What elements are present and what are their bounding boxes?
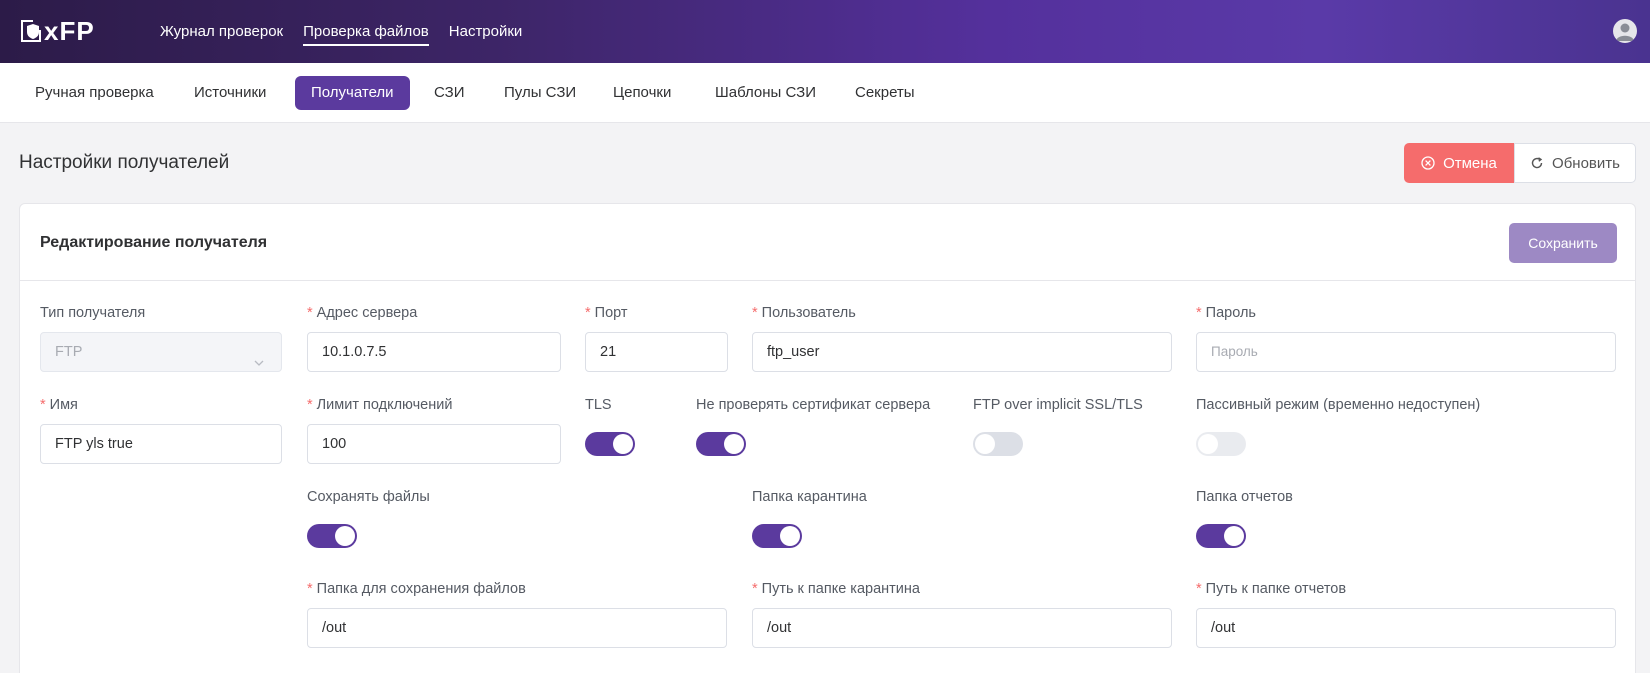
implicit-label: FTP over implicit SSL/TLS	[973, 397, 1143, 413]
quarantine-path-input[interactable]: /out	[752, 608, 1172, 648]
page-title: Настройки получателей	[19, 152, 230, 173]
cancel-button-label: Отмена	[1443, 154, 1497, 172]
type-select-value: FTP	[55, 344, 83, 360]
password-input[interactable]: Пароль	[1196, 332, 1616, 372]
implicit-toggle[interactable]	[973, 432, 1023, 456]
chevron-down-icon	[253, 346, 265, 384]
password-label: * Пароль	[1196, 305, 1256, 321]
card-header: Редактирование получателя Сохранить	[20, 204, 1635, 281]
user-input[interactable]: ftp_user	[752, 332, 1172, 372]
topnav-item-file-check[interactable]: Проверка файлов	[303, 0, 429, 63]
reports-path-label: * Путь к папке отчетов	[1196, 581, 1347, 597]
user-icon	[1616, 23, 1634, 41]
sub-nav: Ручная проверка Источники Получатели СЗИ…	[0, 63, 1650, 123]
tab-szi[interactable]: СЗИ	[418, 76, 481, 110]
reports-path-input[interactable]: /out	[1196, 608, 1616, 648]
tab-sources[interactable]: Источники	[178, 76, 282, 110]
name-input[interactable]: FTP yls true	[40, 424, 282, 464]
save-path-label: * Папка для сохранения файлов	[307, 581, 526, 597]
refresh-icon	[1530, 156, 1544, 170]
name-label: * Имя	[40, 397, 78, 413]
refresh-button-label: Обновить	[1552, 154, 1620, 172]
tls-label: TLS	[585, 397, 612, 413]
quarantine-path-label: * Путь к папке карантина	[752, 581, 920, 597]
no-verify-label: Не проверять сертификат сервера	[696, 397, 931, 413]
refresh-button[interactable]: Обновить	[1514, 143, 1636, 183]
reports-toggle[interactable]	[1196, 524, 1246, 548]
limit-input[interactable]: 100	[307, 424, 561, 464]
reports-label: Папка отчетов	[1196, 489, 1293, 505]
tab-szi-pools[interactable]: Пулы СЗИ	[488, 76, 592, 110]
tab-recipients[interactable]: Получатели	[295, 76, 410, 110]
type-label: Тип получателя	[40, 305, 146, 321]
top-nav: Журнал проверок Проверка файлов Настройк…	[160, 0, 542, 63]
tab-chains[interactable]: Цепочки	[597, 76, 687, 110]
save-button[interactable]: Сохранить	[1509, 223, 1617, 263]
save-files-label: Сохранять файлы	[307, 489, 430, 505]
tab-manual-check[interactable]: Ручная проверка	[19, 76, 170, 110]
port-label: * Порт	[585, 305, 628, 321]
quarantine-toggle[interactable]	[752, 524, 802, 548]
port-input[interactable]: 21	[585, 332, 728, 372]
save-path-input[interactable]: /out	[307, 608, 727, 648]
topnav-item-settings[interactable]: Настройки	[449, 0, 523, 63]
server-label: * Адрес сервера	[307, 305, 418, 321]
server-input[interactable]: 10.1.0.7.5	[307, 332, 561, 372]
avatar[interactable]	[1613, 19, 1637, 43]
user-label: * Пользователь	[752, 305, 856, 321]
passive-toggle	[1196, 432, 1246, 456]
topnav-item-log[interactable]: Журнал проверок	[160, 0, 283, 63]
tab-szi-templates[interactable]: Шаблоны СЗИ	[699, 76, 832, 110]
top-bar: xFP Журнал проверок Проверка файлов Наст…	[0, 0, 1650, 63]
tab-secrets[interactable]: Секреты	[839, 76, 931, 110]
limit-label: * Лимит подключений	[307, 397, 453, 413]
shield-logo-icon	[21, 20, 41, 42]
logo[interactable]: xFP	[19, 15, 95, 46]
passive-label: Пассивный режим (временно недоступен)	[1196, 397, 1481, 413]
save-files-toggle[interactable]	[307, 524, 357, 548]
cancel-button[interactable]: Отмена	[1404, 143, 1514, 183]
card-title: Редактирование получателя	[40, 234, 268, 251]
logo-text: xFP	[44, 15, 95, 46]
type-select[interactable]: FTP	[40, 332, 282, 372]
quarantine-label: Папка карантина	[752, 489, 867, 505]
no-verify-toggle[interactable]	[696, 432, 746, 456]
close-circle-icon	[1421, 156, 1435, 170]
recipient-edit-card: Редактирование получателя Сохранить Тип …	[19, 203, 1636, 673]
tls-toggle[interactable]	[585, 432, 635, 456]
